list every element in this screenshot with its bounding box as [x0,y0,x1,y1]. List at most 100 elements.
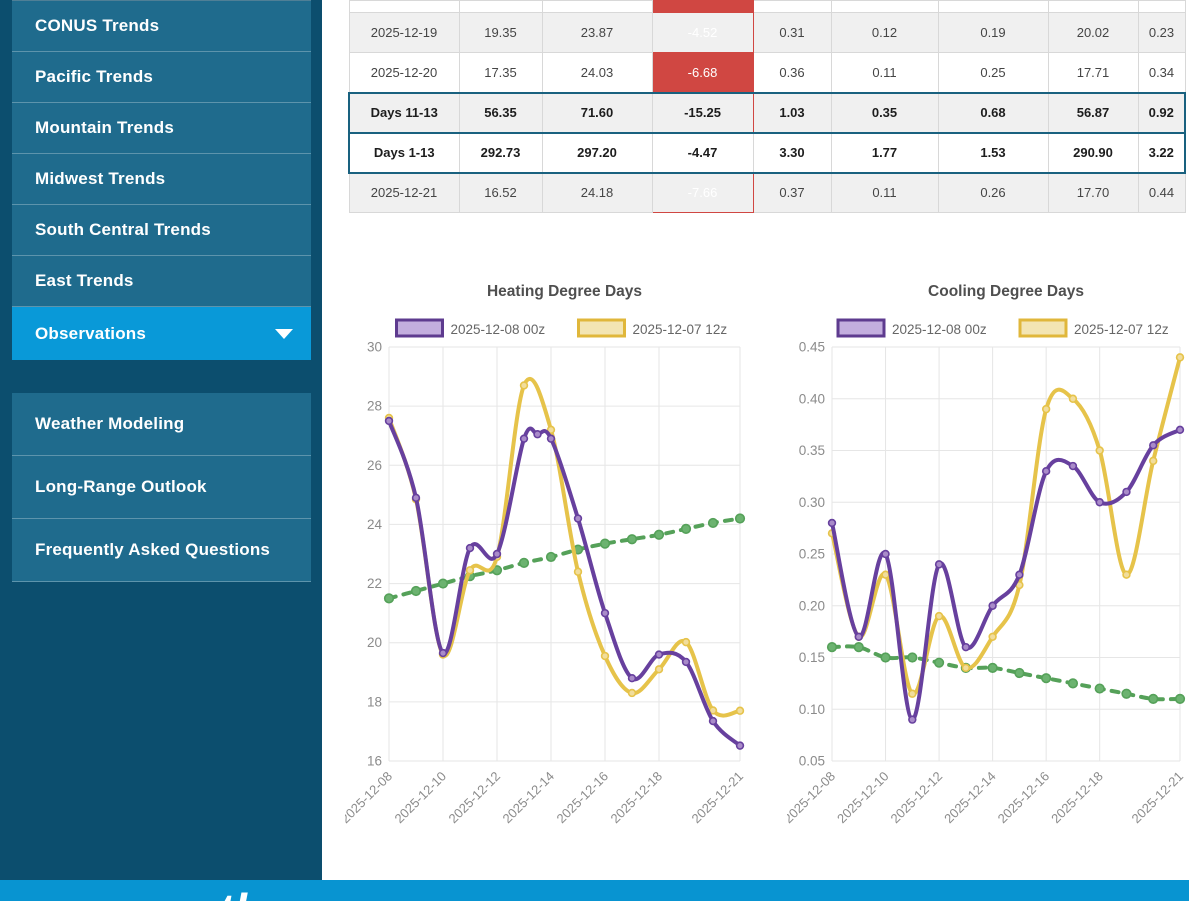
sidebar-item-east-trends[interactable]: East Trends [12,256,311,307]
data-point [682,525,691,534]
data-point [1042,674,1051,683]
table-cell: 1.77 [831,133,938,173]
legend-item[interactable]: 2025-12-08 00z [838,320,987,337]
table-cell: 2025-12-19 [349,13,459,53]
main-content: 2025-12-1919.3523.87-4.520.310.120.1920.… [322,0,1189,880]
x-axis-tick-label: 2025-12-12 [888,769,946,827]
y-axis-tick-label: 0.15 [799,650,825,665]
y-axis-tick-label: 22 [367,576,382,591]
table-cell: 297.20 [542,133,652,173]
data-point [1177,426,1184,433]
legend-item[interactable]: 2025-12-08 00z [397,320,546,337]
data-point [656,666,663,673]
x-axis-tick-label: 2025-12-16 [995,769,1053,827]
y-axis-tick-label: 0.10 [799,702,825,717]
sidebar-item-mountain-trends[interactable]: Mountain Trends [12,103,311,154]
legend-item[interactable]: 2025-12-07 12z [1020,320,1169,337]
sidebar-item-label: CONUS Trends [35,16,159,36]
data-point [962,664,969,671]
trends-table: 2025-12-1919.3523.87-4.520.310.120.1920.… [348,0,1186,213]
data-point [1043,406,1050,413]
y-axis-tick-label: 20 [367,635,382,650]
data-point [413,494,420,501]
data-point [1123,571,1130,578]
chart-title: Heating Degree Days [487,283,642,300]
data-point [1177,354,1184,361]
table-cell: 3.22 [1138,133,1185,173]
table-cell [652,1,753,13]
sidebar-item-observations[interactable]: Observations [12,307,311,360]
chevron-down-icon [275,329,293,339]
footer-logo: weather [128,883,309,901]
sidebar-secondary-nav: Weather ModelingLong-Range OutlookFreque… [12,393,311,582]
chart-title: Cooling Degree Days [928,283,1084,300]
sidebar-item-long-range-outlook[interactable]: Long-Range Outlook [12,456,311,519]
data-point [709,519,718,528]
y-axis-tick-label: 0.30 [799,495,825,510]
table-cell [1048,1,1138,13]
legend-item[interactable]: 2025-12-07 12z [579,320,728,337]
data-point [882,571,889,578]
y-axis-tick-label: 0.05 [799,754,825,769]
table-cell: 0.31 [753,13,831,53]
data-point [439,579,448,588]
table-row: Days 1-13292.73297.20-4.473.301.771.5329… [349,133,1185,173]
x-axis-tick-label: 2025-12-10 [834,769,892,827]
sidebar-primary-nav: CONUS Trends Pacific TrendsMountain Trend… [12,0,311,360]
y-axis-tick-label: 0.20 [799,598,825,613]
table-cell: 292.73 [459,133,542,173]
charts-row: Heating Degree Days 2025-12-08 00z 2025-12… [345,276,1189,841]
page: CONUS Trends Pacific TrendsMountain Trend… [0,0,1189,880]
data-point [547,553,556,562]
legend-label: 2025-12-07 12z [633,322,728,337]
x-axis-tick-label: 2025-12-16 [553,769,611,827]
data-point [1122,689,1131,698]
data-point [1016,571,1023,578]
table-cell [542,1,652,13]
table-row: 2025-12-1919.3523.87-4.520.310.120.1920.… [349,13,1185,53]
data-point [936,613,943,620]
x-axis-tick-label: 2025-12-08 [787,769,838,827]
data-point [1070,395,1077,402]
table-cell: 1.53 [938,133,1048,173]
data-point [629,690,636,697]
footer-bar: weather [0,880,1189,901]
sidebar-item-pacific-trends[interactable]: Pacific Trends [12,52,311,103]
table-cell: 23.87 [542,13,652,53]
heating-chart-canvas: Heating Degree Days 2025-12-08 00z 2025-12… [345,276,775,841]
data-point [936,561,943,568]
data-point [683,639,690,646]
sidebar-item-frequently-asked-questions[interactable]: Frequently Asked Questions [12,519,311,582]
data-point [655,530,664,539]
legend-label: 2025-12-08 00z [892,322,987,337]
data-point [935,658,944,667]
y-axis-tick-label: 0.45 [799,340,825,355]
table-cell: 20.02 [1048,13,1138,53]
data-point [521,435,528,442]
sidebar-item-midwest-trends[interactable]: Midwest Trends [12,154,311,205]
data-point [683,659,690,666]
data-point [881,653,890,662]
sidebar-item-conus-trends[interactable]: CONUS Trends [12,1,311,52]
y-axis-tick-label: 16 [367,754,382,769]
sidebar-item-label: South Central Trends [35,220,211,240]
sidebar-item-weather-modeling[interactable]: Weather Modeling [12,393,311,456]
table-cell: 290.90 [1048,133,1138,173]
y-axis-tick-label: 0.25 [799,547,825,562]
data-point [494,551,501,558]
data-point [909,690,916,697]
data-point [1176,695,1185,704]
x-axis-tick-label: 2025-12-14 [499,769,557,827]
table-cell: 17.70 [1048,173,1138,213]
data-point [412,587,421,596]
sidebar-item-south-central-trends[interactable]: South Central Trends [12,205,311,256]
data-point [988,664,997,673]
y-axis-tick-label: 26 [367,458,382,473]
table-cell: 0.92 [1138,93,1185,133]
table-cell: Days 11-13 [349,93,459,133]
table-cell: 0.68 [938,93,1048,133]
data-point [575,568,582,575]
table-cell: 0.34 [1138,53,1185,93]
table-cell [831,1,938,13]
x-axis-tick-label: 2025-12-21 [688,769,746,827]
